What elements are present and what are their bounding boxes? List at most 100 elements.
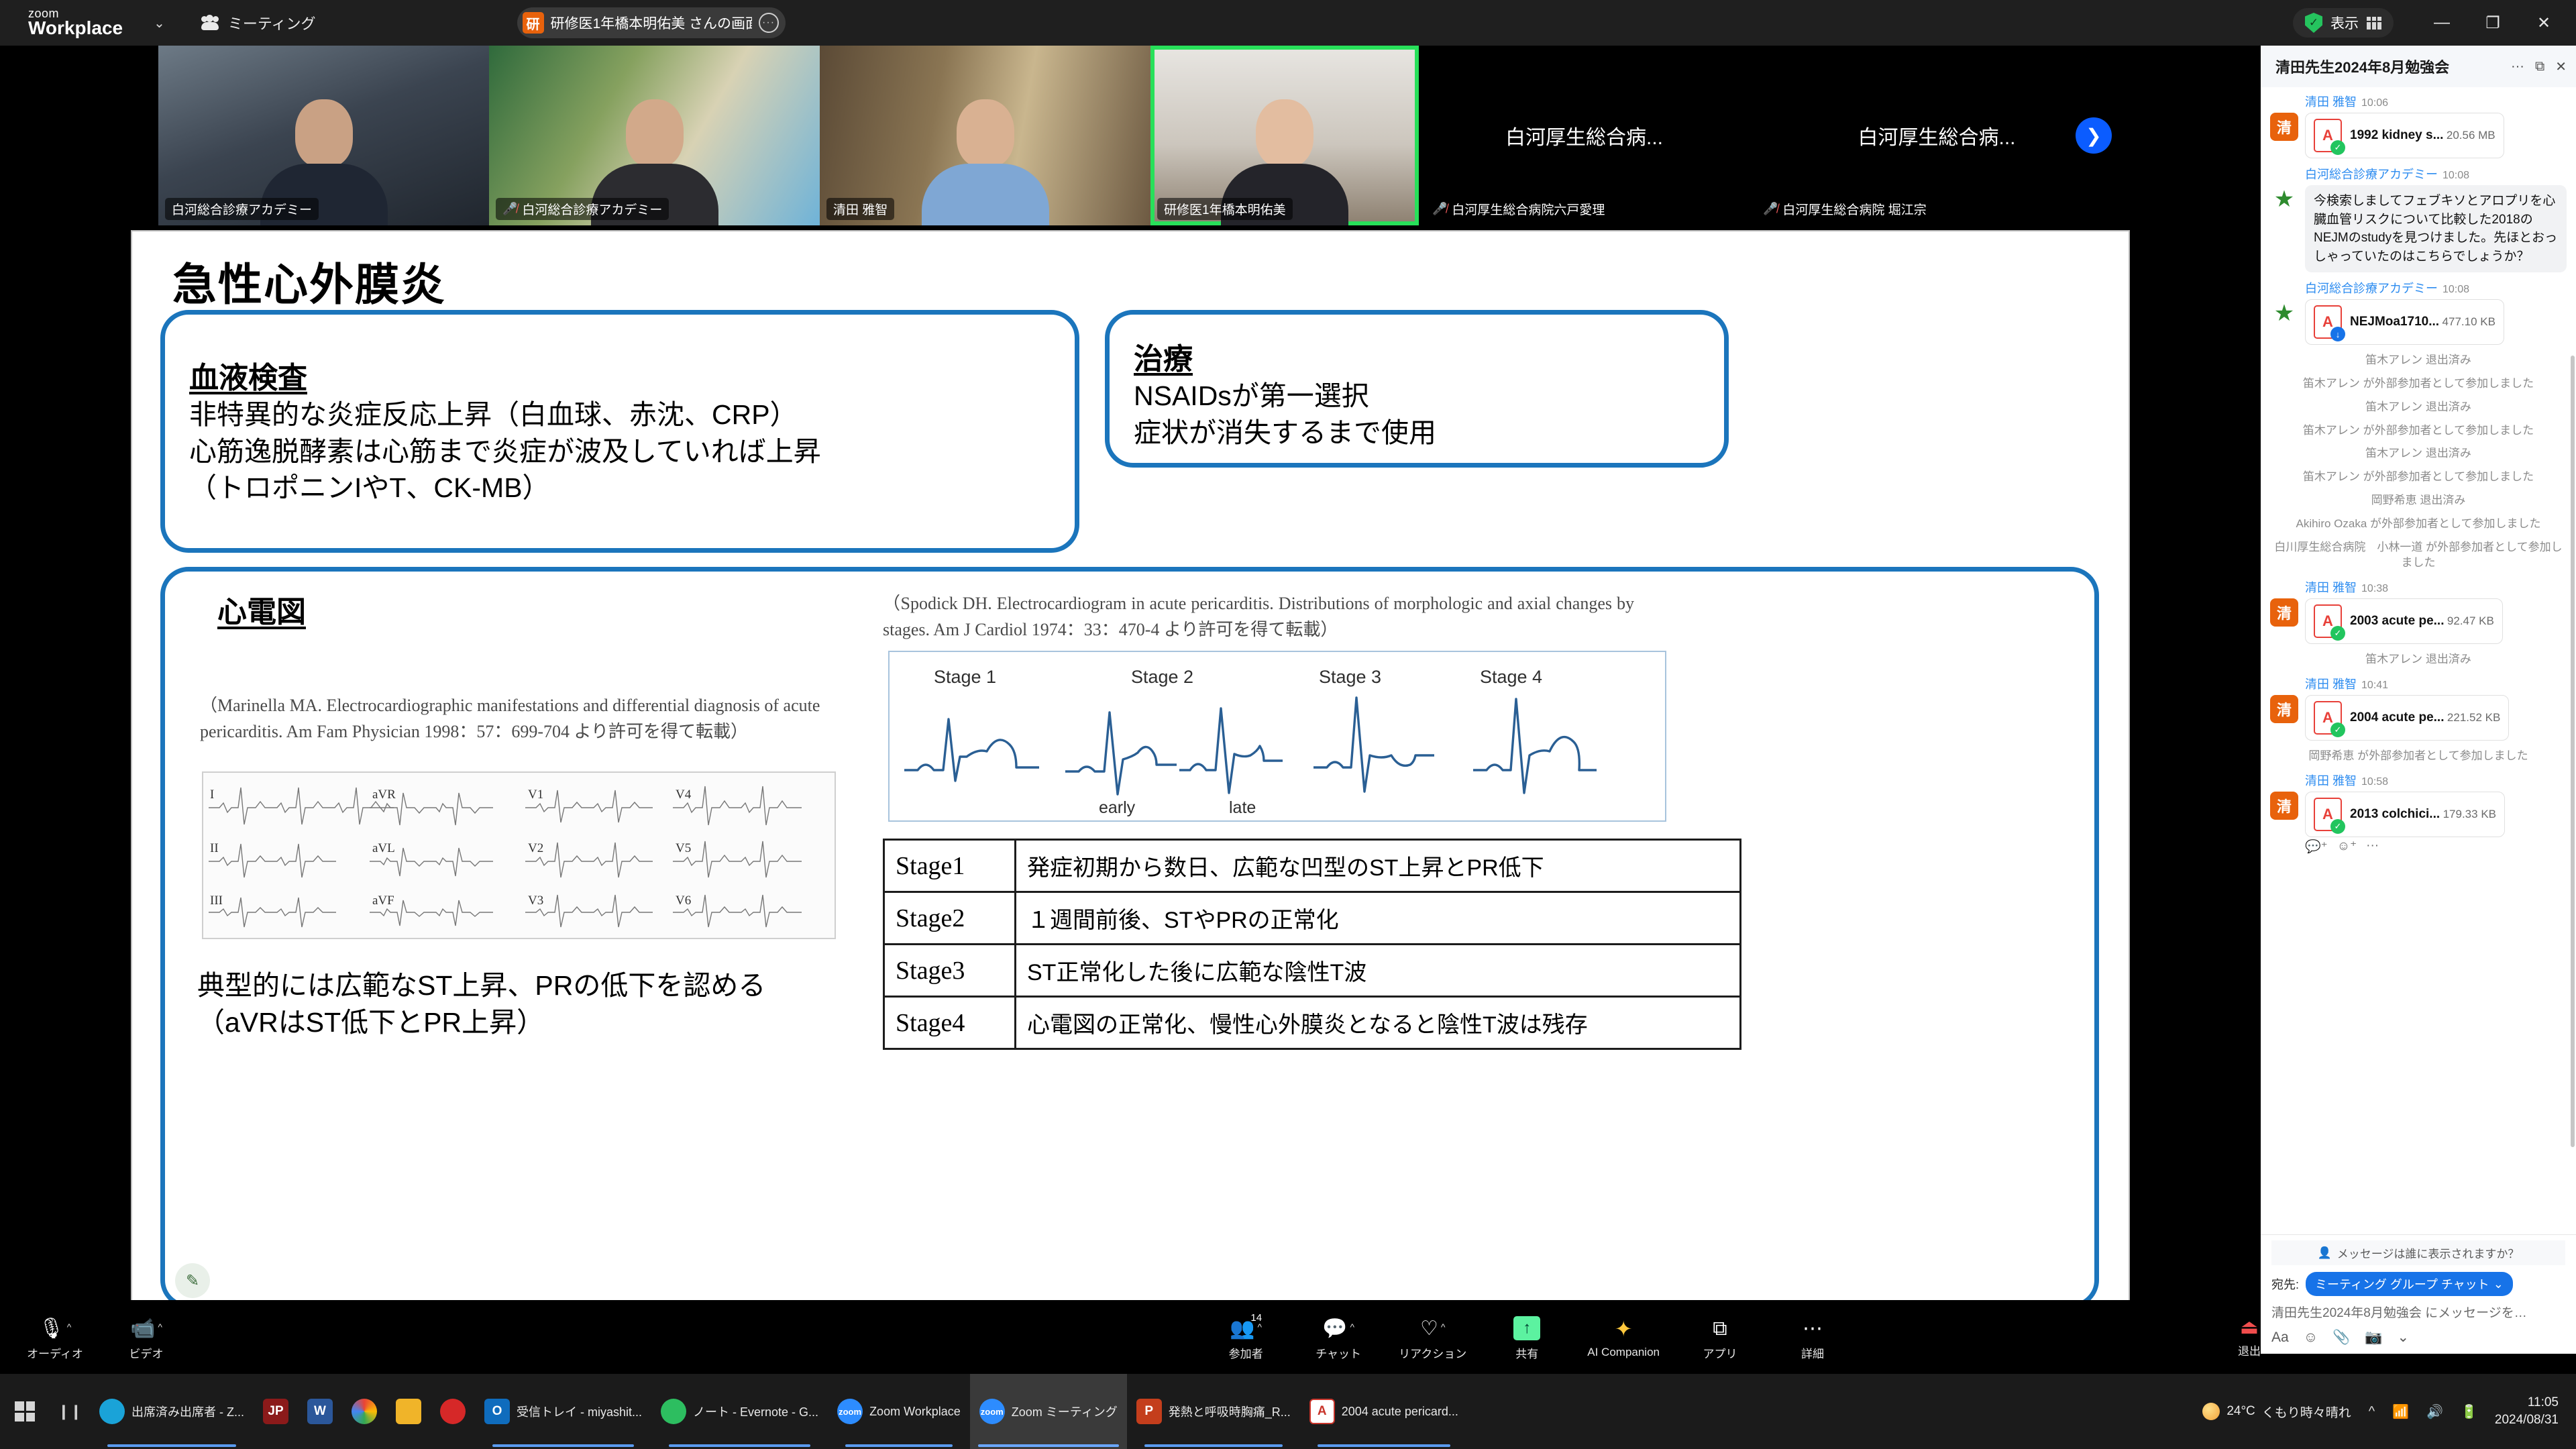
taskbar-item[interactable]: P 発熱と呼吸時胸痛_R... bbox=[1127, 1374, 1300, 1449]
video-tile[interactable]: 清田 雅智 bbox=[820, 46, 1150, 225]
chevron-up-icon[interactable]: ^ bbox=[1441, 1322, 1446, 1332]
taskbar-item[interactable]: O 受信トレイ - miyashit... bbox=[475, 1374, 651, 1449]
apps-button[interactable]: ⧉ アプリ bbox=[1688, 1313, 1752, 1361]
weather-widget[interactable]: 24°C くもり時々晴れ bbox=[2202, 1403, 2351, 1421]
visibility-note[interactable]: 👤 メッセージは誰に表示されますか？ bbox=[2271, 1240, 2565, 1265]
taskbar-item[interactable]: zoom Zoom Workplace bbox=[828, 1374, 970, 1449]
chevron-up-icon[interactable]: ^ bbox=[67, 1322, 72, 1332]
battery-icon[interactable]: 🔋 bbox=[2461, 1403, 2477, 1420]
grid-view-icon[interactable] bbox=[2367, 16, 2381, 30]
taskbar-item-label: ノート - Evernote - G... bbox=[693, 1405, 819, 1419]
avatar: 清 bbox=[2270, 791, 2298, 820]
recipient-selector[interactable]: ミーティング グループ チャット ⌄ bbox=[2306, 1272, 2513, 1296]
screen-share-indicator[interactable]: 研 研修医1年橋本明佑美 さんの画面 ··· bbox=[517, 7, 786, 38]
format-text-icon[interactable]: Aa bbox=[2271, 1330, 2289, 1346]
ai-companion-button[interactable]: ✦ AI Companion bbox=[1587, 1313, 1660, 1361]
taskbar-item[interactable]: zoom Zoom ミーティング bbox=[969, 1374, 1127, 1449]
reactions-button[interactable]: ♡ ^ リアクション bbox=[1399, 1313, 1466, 1361]
system-message: 笛木アレン 退出済み bbox=[2365, 653, 2471, 666]
taskbar-item-label: 出席済み出席者 - Z... bbox=[131, 1405, 244, 1419]
visibility-note-text: メッセージは誰に表示されますか？ bbox=[2337, 1248, 2520, 1260]
chevron-up-icon[interactable]: ^ bbox=[158, 1322, 162, 1332]
taskbar-item[interactable]: A 2004 acute pericard... bbox=[1300, 1374, 1468, 1449]
ecg-citation-right: （Spodick DH. Electrocardiogram in acute … bbox=[883, 594, 1634, 639]
reply-icon[interactable]: 💬⁺ bbox=[2305, 839, 2328, 855]
file-attachment[interactable]: ✓ 2004 acute pe... 221.52 KB bbox=[2305, 694, 2510, 741]
taskbar-item[interactable]: W bbox=[298, 1374, 342, 1449]
screenshot-icon[interactable]: 📷 bbox=[2365, 1330, 2382, 1346]
video-tile[interactable]: 白河総合診療アカデミー bbox=[158, 46, 489, 225]
video-tile-no-video[interactable]: 白河厚生総合病... 🎤̸ 白河厚生総合病院六戸愛理 bbox=[1419, 46, 1750, 225]
restore-button[interactable]: ❐ bbox=[2467, 0, 2518, 46]
chat-composer: 👤 メッセージは誰に表示されますか？ 宛先: ミーティング グループ チャット … bbox=[2261, 1234, 2576, 1354]
close-button[interactable]: ✕ bbox=[2518, 0, 2569, 46]
system-tray: 24°C くもり時々晴れ ^ 📶 🔊 🔋 11:05 2024/08/31 bbox=[2202, 1394, 2576, 1428]
chevron-down-icon[interactable]: ⌄ bbox=[154, 15, 165, 32]
video-button[interactable]: 📹 ^ ビデオ bbox=[114, 1313, 178, 1361]
participant-name: 白河総合診療アカデミー bbox=[165, 198, 319, 220]
chat-input[interactable]: 清田先生2024年8月勉強会 にメッセージを… bbox=[2271, 1303, 2565, 1321]
leave-button[interactable]: ⏏ 退出 bbox=[2238, 1300, 2261, 1374]
pdf-icon: ✓ bbox=[2314, 119, 2345, 155]
ecg-lead-label: II bbox=[210, 841, 219, 855]
video-tile-no-video[interactable]: 白河厚生総合病... 🎤̸ 白河厚生総合病院 堀江宗 ❯ bbox=[1750, 46, 2124, 225]
taskbar-item[interactable]: ノート - Evernote - G... bbox=[651, 1374, 828, 1449]
system-message: Akihiro Ozaka が外部参加者として参加しました bbox=[2296, 517, 2541, 530]
clock[interactable]: 11:05 2024/08/31 bbox=[2495, 1394, 2559, 1428]
more-options-icon[interactable]: ··· bbox=[758, 13, 779, 33]
blood-test-box: 血液検査 非特異的な炎症反応上昇（白血球、赤沈、CRP） 心筋逸脱酵素は心筋まで… bbox=[160, 310, 1079, 553]
taskbar-item[interactable]: 出席済み出席者 - Z... bbox=[90, 1374, 254, 1449]
audio-button[interactable]: 🎙 ^ オーディオ bbox=[23, 1313, 87, 1361]
microphone-icon: 🎙 bbox=[38, 1317, 64, 1340]
attach-file-icon[interactable]: 📎 bbox=[2332, 1330, 2350, 1346]
emoji-reaction-icon[interactable]: ☺⁺ bbox=[2337, 839, 2357, 855]
more-options-icon[interactable]: ··· bbox=[2511, 59, 2524, 74]
next-page-arrow-icon[interactable]: ❯ bbox=[2076, 117, 2112, 154]
file-attachment[interactable]: ✓ 2003 acute pe... 92.47 KB bbox=[2305, 598, 2503, 645]
file-name: 2013 colchici... bbox=[2350, 806, 2440, 821]
chevron-up-icon[interactable]: ^ bbox=[1350, 1322, 1355, 1332]
minimize-button[interactable]: — bbox=[2416, 0, 2467, 46]
taskbar-item[interactable] bbox=[342, 1374, 386, 1449]
chevron-up-icon[interactable]: ^ bbox=[2369, 1404, 2375, 1419]
start-button[interactable] bbox=[0, 1401, 50, 1421]
stage-key: Stage3 bbox=[883, 943, 1016, 998]
app-icon: O bbox=[484, 1399, 510, 1424]
chevron-down-icon[interactable]: ⌄ bbox=[2397, 1329, 2409, 1346]
file-attachment[interactable]: ✓ 2013 colchici... 179.33 KB bbox=[2305, 791, 2505, 837]
chat-message-list[interactable]: 清田 雅智 10:06 清 ✓ 1992 kidney s... 20.56 MB… bbox=[2261, 87, 2576, 1234]
task-view-button[interactable]: ❙❙ bbox=[50, 1403, 90, 1420]
share-screen-icon bbox=[1513, 1316, 1541, 1340]
file-name: 2004 acute pe... bbox=[2350, 710, 2445, 724]
annotate-icon[interactable]: ✎ bbox=[175, 1263, 210, 1298]
chat-message: 清田 雅智 10:38 清 ✓ 2003 acute pe... 92.47 KB bbox=[2270, 578, 2567, 645]
file-attachment[interactable]: ↓ NEJMoa1710... 477.10 KB bbox=[2305, 299, 2504, 345]
network-icon[interactable]: 📶 bbox=[2392, 1403, 2409, 1420]
taskbar-item[interactable] bbox=[386, 1374, 431, 1449]
chat-message: 清田 雅智 10:41 清 ✓ 2004 acute pe... 221.52 K… bbox=[2270, 675, 2567, 741]
file-attachment[interactable]: ✓ 1992 kidney s... 20.56 MB bbox=[2305, 113, 2504, 158]
message-reaction-bar[interactable]: 💬⁺ ☺⁺ ··· bbox=[2305, 839, 2567, 855]
close-icon[interactable]: ✕ bbox=[2555, 58, 2567, 75]
chat-scrollbar[interactable] bbox=[2571, 356, 2575, 1147]
emoji-icon[interactable]: ☺ bbox=[2304, 1330, 2318, 1346]
meeting-tab[interactable]: ミーティング bbox=[200, 12, 316, 34]
popout-icon[interactable]: ⧉ bbox=[2535, 59, 2544, 74]
video-tile-active-speaker[interactable]: 研修医1年橋本明佑美 bbox=[1150, 46, 1419, 225]
view-selector[interactable]: 表示 bbox=[2293, 8, 2394, 38]
taskbar-item[interactable]: JP bbox=[254, 1374, 298, 1449]
volume-icon[interactable]: 🔊 bbox=[2426, 1403, 2443, 1420]
more-button[interactable]: ⋯ 詳細 bbox=[1780, 1313, 1845, 1361]
video-tile[interactable]: 🎤̸ 白河総合診療アカデミー bbox=[489, 46, 820, 225]
taskbar-item[interactable] bbox=[431, 1374, 475, 1449]
meeting-tab-label: ミーティング bbox=[227, 15, 316, 32]
table-row: Stage4 心電図の正常化、慢性心外膜炎となると陰性T波は残存 bbox=[883, 996, 1741, 1050]
leave-label: 退出 bbox=[2238, 1345, 2261, 1358]
chat-button[interactable]: 💬 ^ チャット bbox=[1306, 1313, 1371, 1361]
stage-description-table: Stage1 発症初期から数日、広範な凹型のST上昇とPR低下 Stage2 １… bbox=[883, 839, 1741, 1050]
participant-name: 研修医1年橋本明佑美 bbox=[1157, 198, 1293, 220]
more-options-icon[interactable]: ··· bbox=[2366, 839, 2379, 855]
video-thumbnail-strip: 白河総合診療アカデミー 🎤̸ 白河総合診療アカデミー 清田 雅智 研修医1年橋本… bbox=[158, 46, 2124, 225]
share-screen-button[interactable]: 共有 bbox=[1495, 1313, 1559, 1361]
participants-button[interactable]: 👥 ^ 14 参加者 bbox=[1214, 1312, 1278, 1361]
